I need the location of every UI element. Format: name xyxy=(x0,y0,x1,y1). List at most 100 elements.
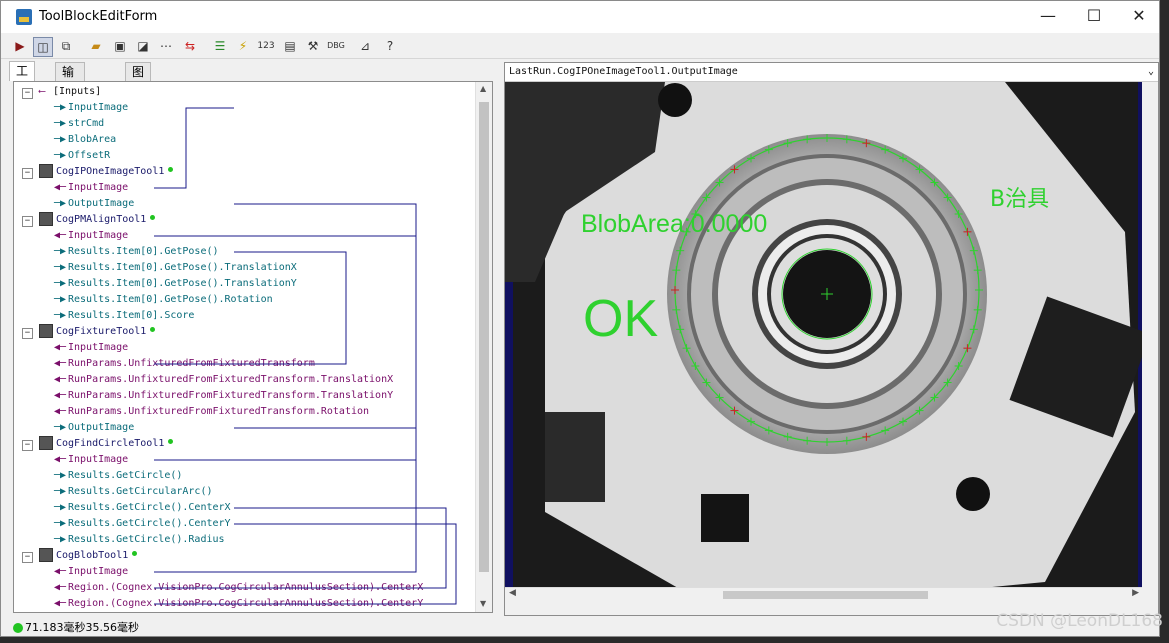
help-icon[interactable]: ? xyxy=(381,37,399,55)
tree-row[interactable]: ─▶ Results.GetCircle().CenterX xyxy=(54,500,231,516)
tab-tools[interactable]: 工具 xyxy=(9,61,36,96)
output-terminal-icon: ─▶ xyxy=(54,518,67,529)
minimize-button[interactable]: — xyxy=(1025,1,1071,33)
tree-row[interactable]: ─▶ Results.Item[0].GetPose().TranslationY xyxy=(54,276,297,292)
tree-row[interactable]: − CogFindCircleTool1 xyxy=(22,436,174,452)
tree-row[interactable]: ─▶ Results.Item[0].Score xyxy=(54,308,194,324)
tree-row-label: InputImage xyxy=(68,102,129,113)
tree-row-label: InputImage xyxy=(68,182,129,193)
tree-row[interactable]: ◀─ InputImage xyxy=(54,340,128,356)
scroll-down-icon[interactable]: ▼ xyxy=(480,599,486,608)
tree-row[interactable]: ◀─ Region.(Cognex.VisionPro.CogCircularAn… xyxy=(54,580,423,596)
output-terminal-icon: ─▶ xyxy=(54,278,67,289)
tree-row[interactable]: ◀─ RunParams.UnfixturedFromFixturedTransf… xyxy=(54,388,393,404)
chevron-down-icon[interactable]: ⌄ xyxy=(1148,63,1154,81)
tools-icon[interactable]: ⚒ xyxy=(304,37,322,55)
image-horizontal-scrollbar[interactable]: ◀ ▶ xyxy=(505,587,1143,602)
tree-row[interactable]: ─▶ Results.GetCircle().CenterY xyxy=(54,516,231,532)
save-icon[interactable]: ▣ xyxy=(111,37,129,55)
chart-icon[interactable]: ⊿ xyxy=(356,37,374,55)
collapse-icon[interactable]: − xyxy=(22,552,33,563)
input-terminal-icon: ◀─ xyxy=(54,358,67,369)
dark-square xyxy=(701,494,749,542)
scroll-up-icon[interactable]: ▲ xyxy=(480,84,486,93)
tab-input-output[interactable]: 输入/输出 xyxy=(55,62,86,133)
reset-icon[interactable]: ⧉ xyxy=(57,37,75,55)
maximize-button[interactable]: ☐ xyxy=(1071,1,1117,33)
tree-row[interactable]: − ⟵ [Inputs] xyxy=(22,84,101,100)
open-folder-icon[interactable]: ▰ xyxy=(87,37,105,55)
tree-row[interactable]: ◀─ InputImage xyxy=(54,452,128,468)
tree-row[interactable]: ─▶ Results.Item[0].GetPose() xyxy=(54,244,219,260)
hole-bottom xyxy=(956,477,990,511)
image-hscroll-thumb[interactable] xyxy=(723,591,928,599)
run-continuous-icon[interactable]: ◫ xyxy=(33,37,53,57)
tree-row[interactable]: ─▶ OutputImage xyxy=(54,420,134,436)
tool-icon xyxy=(39,436,53,450)
tree-row[interactable]: − CogBlobTool1 xyxy=(22,548,138,564)
tree-scroll-thumb[interactable] xyxy=(479,102,489,572)
collapse-icon[interactable]: − xyxy=(22,216,33,227)
status-ok-icon xyxy=(13,623,23,633)
tab-graphics[interactable]: 图形 xyxy=(125,62,152,97)
tree-row[interactable]: ◀─ InputImage xyxy=(54,564,128,580)
tree-row[interactable]: ─▶ Results.GetCircularArc() xyxy=(54,484,213,500)
close-button[interactable]: ✕ xyxy=(1116,1,1162,33)
tree-row[interactable]: ─▶ Results.GetCircle().Radius xyxy=(54,532,225,548)
output-terminal-icon: ─▶ xyxy=(54,118,67,129)
image-vertical-scrollbar[interactable] xyxy=(1142,82,1158,602)
tool-icon xyxy=(39,212,53,226)
tree-row[interactable]: − CogPMAlignTool1 xyxy=(22,212,156,228)
tree-row[interactable]: ─▶ OutputImage xyxy=(54,196,134,212)
image-canvas[interactable]: BlobArea:0.0000 OK B治具 ◀ ▶ xyxy=(505,82,1143,602)
collapse-icon[interactable]: − xyxy=(22,88,33,99)
tree-row[interactable]: ─▶ InputImage xyxy=(54,100,128,116)
input-terminal-icon: ◀─ xyxy=(54,454,67,465)
collapse-icon[interactable]: − xyxy=(22,168,33,179)
input-terminal-icon: ◀─ xyxy=(54,582,67,593)
tree-row-label: CogPMAlignTool1 xyxy=(56,214,147,225)
output-terminal-icon: ─▶ xyxy=(54,310,67,321)
collapse-icon[interactable]: − xyxy=(22,328,33,339)
tree-row-label: Results.Item[0].GetPose() xyxy=(68,246,219,257)
tree-row[interactable]: ─▶ Results.Item[0].GetPose().Rotation xyxy=(54,292,273,308)
tree-row[interactable]: ─▶ Results.GetCircle() xyxy=(54,468,182,484)
app-icon xyxy=(16,9,32,25)
tree-row[interactable]: ◀─ Region.(Cognex.VisionPro.CogCircularAn… xyxy=(54,596,423,612)
tree-row-label: BlobArea xyxy=(68,134,117,145)
tree-row[interactable]: ◀─ InputImage xyxy=(54,180,128,196)
run-icon[interactable]: ▶ xyxy=(11,37,29,55)
table-icon[interactable]: ▤ xyxy=(281,37,299,55)
input-terminal-icon: ◀─ xyxy=(54,342,67,353)
tree-row-label: Results.Item[0].GetPose().TranslationY xyxy=(68,278,297,289)
overlay-fixture: B治具 xyxy=(990,187,1049,212)
input-terminal-icon: ◀─ xyxy=(54,230,67,241)
input-terminal-icon: ◀─ xyxy=(54,182,67,193)
tree-row-label: RunParams.UnfixturedFromFixturedTransfor… xyxy=(68,390,394,401)
tree-row[interactable]: ─▶ Results.Item[0].GetPose().TranslationX xyxy=(54,260,297,276)
debug-icon[interactable]: DBG xyxy=(327,37,345,55)
scroll-left-icon[interactable]: ◀ xyxy=(509,588,516,598)
tree-row[interactable]: ─▶ BlobArea xyxy=(54,132,116,148)
link-icon[interactable]: ⇆ xyxy=(181,37,199,55)
save-as-icon[interactable]: ◪ xyxy=(134,37,152,55)
tree-row[interactable]: ◀─ RunParams.UnfixturedFromFixturedTransf… xyxy=(54,356,315,372)
numeric-icon[interactable]: 123 xyxy=(257,37,275,55)
tree-row[interactable]: ◀─ RunParams.UnfixturedFromFixturedTransf… xyxy=(54,404,369,420)
output-terminal-icon: ─▶ xyxy=(54,486,67,497)
light-icon[interactable]: ⚡ xyxy=(234,37,252,55)
tree-row[interactable]: ◀─ RunParams.UnfixturedFromFixturedTransf… xyxy=(54,372,393,388)
tree-row[interactable]: ─▶ OffsetR xyxy=(54,148,110,164)
tree-row[interactable]: − CogIPOneImageTool1 xyxy=(22,164,174,180)
terminal-icon[interactable]: ⋯ xyxy=(157,37,175,55)
database-icon[interactable]: ☰ xyxy=(211,37,229,55)
output-terminal-icon: ─▶ xyxy=(54,470,67,481)
image-selector[interactable]: LastRun.CogIPOneImageTool1.OutputImage ⌄ xyxy=(505,63,1158,82)
tree-row[interactable]: ◀─ InputImage xyxy=(54,228,128,244)
tool-tree: − ⟵ [Inputs] ─▶ InputImage ─▶ strCmd ─▶ BlobArea… xyxy=(13,81,493,613)
tree-row[interactable]: ─▶ strCmd xyxy=(54,116,104,132)
tree-vertical-scrollbar[interactable]: ▲ ▼ xyxy=(475,82,492,612)
collapse-icon[interactable]: − xyxy=(22,440,33,451)
tree-row[interactable]: − CogFixtureTool1 xyxy=(22,324,156,340)
scroll-right-icon[interactable]: ▶ xyxy=(1132,588,1139,598)
